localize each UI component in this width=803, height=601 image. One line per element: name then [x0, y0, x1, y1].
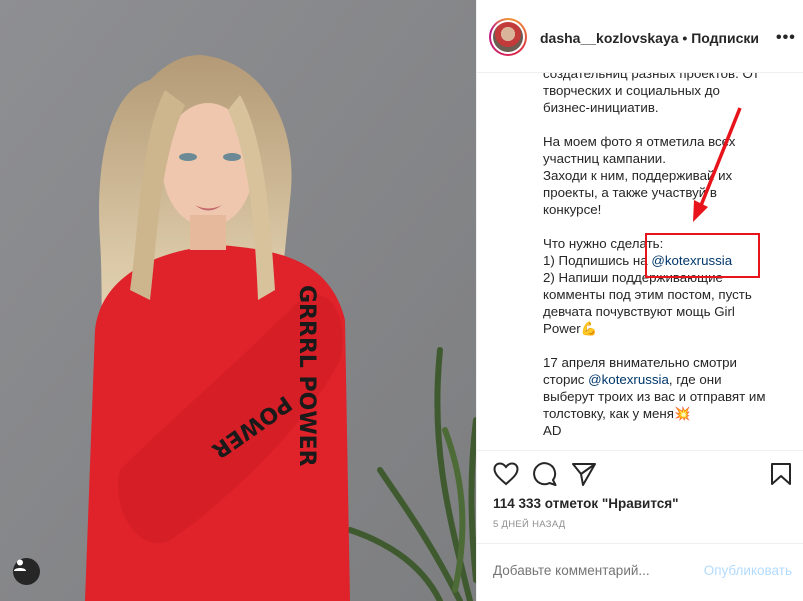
- caption-line: На моем фото я отметила всех: [543, 134, 736, 149]
- post-header: dasha__kozlovskaya • Подписки •••: [477, 0, 803, 73]
- more-options-icon[interactable]: •••: [776, 29, 796, 47]
- share-icon[interactable]: [571, 462, 597, 486]
- comment-bar: Опубликовать: [477, 543, 803, 601]
- caption-line: сторис @kotexrussia, где они: [543, 372, 722, 387]
- caption-line: комменты под этим постом, пусть: [543, 287, 752, 302]
- caption-line: Power💪: [543, 321, 598, 336]
- caption-line: бизнес-инициатив.: [543, 100, 659, 115]
- mention-link[interactable]: @kotexrussia: [588, 372, 669, 387]
- post-image: GRRRL POWER POWER: [0, 0, 476, 601]
- follow-status[interactable]: • Подписки: [679, 30, 759, 46]
- caption-line: 17 апреля внимательно смотри: [543, 355, 737, 370]
- caption-line: выберут троих из вас и отправят им: [543, 389, 766, 404]
- caption-line: толстовку, как у меня💥: [543, 406, 691, 421]
- username-link[interactable]: dasha__kozlovskaya: [540, 30, 679, 46]
- caption-line: девчата почувствуют мощь Girl: [543, 304, 735, 319]
- caption-line: проекты, а также участвуй в: [543, 185, 717, 200]
- caption-line: участниц кампании.: [543, 151, 666, 166]
- caption-line: конкурсе!: [543, 202, 602, 217]
- caption-line: [543, 337, 788, 354]
- action-bar: [477, 451, 803, 493]
- caption-line: Заходи к ним, поддерживай их: [543, 168, 733, 183]
- post-panel: dasha__kozlovskaya • Подписки ••• создат…: [476, 0, 803, 601]
- annotation-highlight-box: [645, 233, 760, 278]
- user-tag-button[interactable]: [13, 558, 40, 585]
- post-photo[interactable]: GRRRL POWER POWER: [0, 0, 476, 601]
- post-date[interactable]: 5 ДНЕЙ НАЗАД: [493, 519, 566, 530]
- bookmark-icon[interactable]: [770, 462, 792, 486]
- sweater-print-right: GRRRL POWER: [294, 285, 319, 467]
- caption-line: AD: [543, 423, 562, 438]
- heart-icon[interactable]: [493, 462, 519, 486]
- caption-line: [543, 116, 788, 133]
- caption-line: творческих и социальных до: [543, 83, 720, 98]
- publish-button[interactable]: Опубликовать: [704, 563, 792, 578]
- likes-count[interactable]: 114 333 отметок "Нравится": [493, 496, 679, 511]
- comment-input[interactable]: [493, 563, 683, 578]
- comment-icon[interactable]: [532, 462, 558, 486]
- avatar[interactable]: [489, 18, 527, 56]
- user-tag-icon: [14, 559, 26, 571]
- caption-line: создательниц разных проектов. От: [543, 73, 759, 81]
